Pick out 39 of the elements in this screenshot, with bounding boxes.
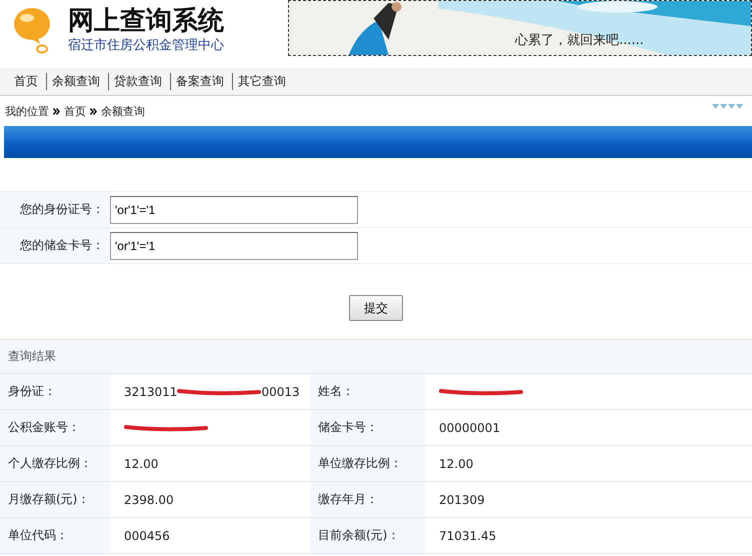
input-field[interactable]: 'or'1'='1 <box>110 232 358 260</box>
field-label: 储金卡号： <box>310 410 425 445</box>
field-label: 目前余额(元)： <box>310 518 425 553</box>
field-label: 单位代码： <box>0 518 110 553</box>
breadcrumb-link[interactable]: 余额查询 <box>101 104 145 118</box>
field-label: 身份证： <box>0 374 110 409</box>
field-label: 您的身份证号： <box>0 192 110 227</box>
field-label: 公积金账号： <box>0 410 110 445</box>
field-value: 00013 <box>261 384 300 398</box>
field-value: 201309 <box>439 492 485 506</box>
double-chevron-icon <box>90 108 97 114</box>
nav-link[interactable]: 首页 <box>12 73 42 90</box>
breadcrumb-link[interactable]: 首页 <box>64 104 86 118</box>
field-label: 缴存年月： <box>310 482 425 517</box>
field-label: 月缴存额(元)： <box>0 482 110 517</box>
down-arrows-icon <box>712 104 744 110</box>
site-title: 网上查询系统 <box>68 6 224 36</box>
field-value: 00000001 <box>439 420 500 434</box>
field-value: 12.00 <box>124 456 158 470</box>
field-label: 个人缴存比例： <box>0 446 110 481</box>
double-chevron-icon <box>53 108 60 114</box>
submit-button[interactable]: 提交 <box>349 295 403 321</box>
field-label: 单位缴存比例： <box>310 446 425 481</box>
nav-link[interactable]: 其它查询 <box>232 73 290 90</box>
field-value: 2398.00 <box>124 492 174 506</box>
nav-link[interactable]: 贷款查询 <box>108 73 166 90</box>
breadcrumb-label: 我的位置 <box>5 104 49 118</box>
field-label: 您的储金卡号： <box>0 228 110 263</box>
input-field[interactable]: 'or'1'='1 <box>110 196 358 224</box>
field-value: 71031.45 <box>439 528 496 542</box>
field-value: 3213011 <box>124 384 178 398</box>
nav-link[interactable]: 余额查询 <box>46 73 104 90</box>
nav-link[interactable]: 备案查询 <box>170 73 228 90</box>
field-value: 12.00 <box>439 456 474 470</box>
banner-caption: 心累了，就回来吧...... <box>515 32 644 49</box>
field-value: 000456 <box>124 528 170 542</box>
section-title: 查询结果 <box>0 340 752 374</box>
site-subtitle: 宿迁市住房公积金管理中心 <box>68 37 224 54</box>
field-label: 姓名： <box>310 374 425 409</box>
